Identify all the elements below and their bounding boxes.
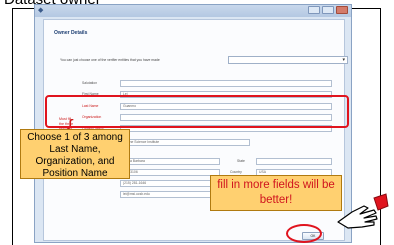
callout-fill: fill in more fields will be better! [210,175,342,211]
organization-full-field[interactable]: Marine Science Institute [120,139,250,146]
app-icon: ◆ [38,7,44,14]
state-field[interactable] [256,158,332,165]
choose-entity-row: You can just choose one of the verifier … [60,56,348,66]
window-titlebar: ◆ [35,5,351,17]
pointing-hand-icon [337,193,389,229]
state-label: State [237,159,245,163]
email-field[interactable]: lei@msi.ucsb.edu [120,191,220,198]
chevron-down-icon: ▾ [342,57,345,63]
salutation-field[interactable] [120,80,332,87]
salutation-label: Salutation [82,81,98,85]
callout-choose: Choose 1 of 3 among Last Name, Organizat… [20,129,130,179]
phone-field[interactable]: (215) 281-1646 [120,180,220,187]
ok-button-highlight [286,224,322,243]
city-field[interactable]: Santa Barbara [120,158,220,165]
minimize-button[interactable] [308,6,320,14]
required-fields-highlight [45,95,349,128]
zip-field[interactable]: Ca 93106 [120,169,220,176]
maximize-button[interactable] [322,6,334,14]
choose-prompt: You can just choose one of the verifier … [60,58,160,62]
close-button[interactable] [336,6,348,14]
country-label: Country [230,170,242,174]
section-header: Owner Details [54,30,88,36]
entity-select[interactable]: ▾ [228,56,348,64]
